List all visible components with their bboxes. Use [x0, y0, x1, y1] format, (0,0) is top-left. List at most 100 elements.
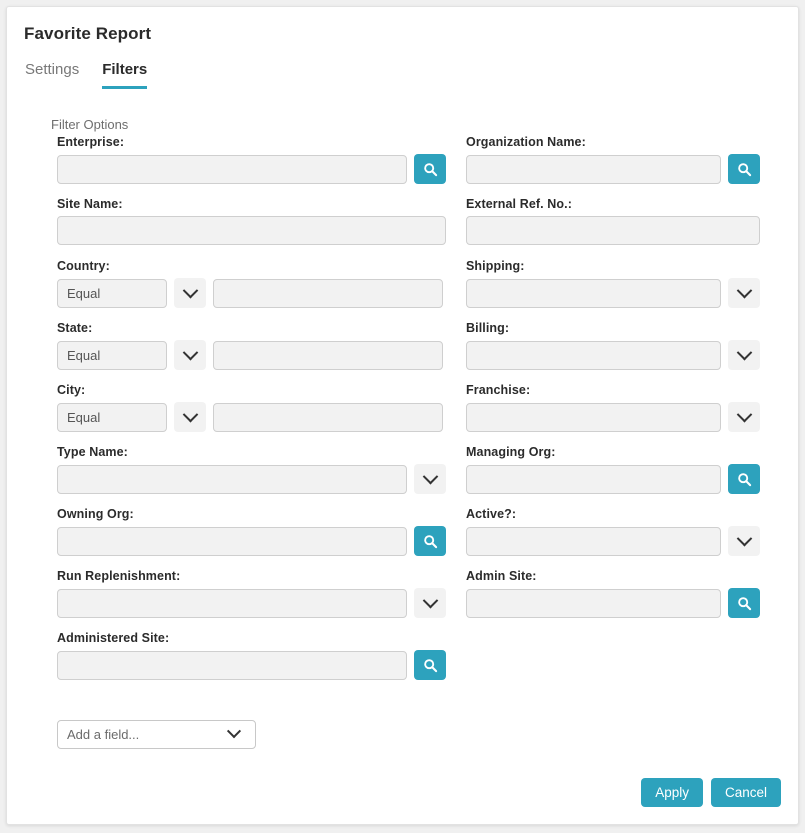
row-administered-site — [57, 650, 457, 680]
chevron-down-button-billing[interactable] — [728, 340, 760, 370]
chevron-down-button-type-name[interactable] — [414, 464, 446, 494]
search-icon-button-organization-name[interactable] — [728, 154, 760, 184]
row-country — [57, 278, 457, 308]
row-city — [57, 402, 457, 432]
search-icon-button-enterprise[interactable] — [414, 154, 446, 184]
add-field-wrapper: Add a field... — [57, 720, 256, 749]
row-shipping — [466, 278, 776, 308]
label-type-name: Type Name: — [57, 445, 128, 459]
search-icon-button-managing-org[interactable] — [728, 464, 760, 494]
chevron-down-icon — [422, 468, 438, 484]
filter-options-label: Filter Options — [51, 117, 129, 132]
field-admin-site: Admin Site: — [466, 569, 776, 618]
tab-bar: Settings Filters — [25, 61, 148, 89]
search-icon — [423, 534, 437, 548]
search-icon-button-administered-site[interactable] — [414, 650, 446, 680]
row-state — [57, 340, 457, 370]
field-external-ref-no: External Ref. No.: — [466, 197, 776, 245]
chevron-down-button-run-replenishment[interactable] — [414, 588, 446, 618]
input-owning-org[interactable] — [57, 526, 407, 556]
input-run-replenishment[interactable] — [57, 588, 407, 618]
field-run-replenishment: Run Replenishment: — [57, 569, 457, 618]
row-run-replenishment — [57, 588, 457, 618]
label-organization-name: Organization Name: — [466, 135, 586, 149]
label-billing: Billing: — [466, 321, 510, 335]
field-administered-site: Administered Site: — [57, 631, 457, 680]
row-active — [466, 526, 776, 556]
chevron-down-button-shipping[interactable] — [728, 278, 760, 308]
field-country: Country: — [57, 259, 457, 308]
chevron-down-icon — [226, 724, 242, 739]
search-icon-button-owning-org[interactable] — [414, 526, 446, 556]
tab-settings[interactable]: Settings — [25, 61, 79, 89]
row-billing — [466, 340, 776, 370]
chevron-down-button-active[interactable] — [728, 526, 760, 556]
search-icon — [423, 658, 437, 672]
row-organization-name — [466, 154, 776, 184]
input-type-name[interactable] — [57, 464, 407, 494]
chevron-down-icon — [422, 592, 438, 608]
input-state[interactable] — [213, 340, 443, 370]
input-site-name[interactable] — [57, 216, 446, 245]
chevron-down-button-franchise[interactable] — [728, 402, 760, 432]
chevron-down-icon — [736, 282, 752, 298]
label-administered-site: Administered Site: — [57, 631, 170, 645]
search-icon — [737, 162, 751, 176]
label-admin-site: Admin Site: — [466, 569, 537, 583]
chevron-down-icon — [736, 344, 752, 360]
label-shipping: Shipping: — [466, 259, 525, 273]
row-site-name — [57, 216, 457, 245]
label-active: Active?: — [466, 507, 517, 521]
chevron-down-button-country[interactable] — [174, 278, 206, 308]
field-state: State: — [57, 321, 457, 370]
apply-button[interactable]: Apply — [641, 778, 703, 807]
chevron-down-icon — [736, 406, 752, 422]
footer-actions: Apply Cancel — [641, 778, 781, 807]
label-site-name: Site Name: — [57, 197, 123, 211]
label-state: State: — [57, 321, 93, 335]
operator-input-country[interactable] — [57, 278, 167, 308]
input-billing[interactable] — [466, 340, 721, 370]
input-enterprise[interactable] — [57, 154, 407, 184]
chevron-down-icon — [182, 344, 198, 360]
field-shipping: Shipping: — [466, 259, 776, 308]
label-external-ref-no: External Ref. No.: — [466, 197, 572, 211]
operator-input-state[interactable] — [57, 340, 167, 370]
operator-input-city[interactable] — [57, 402, 167, 432]
chevron-down-button-state[interactable] — [174, 340, 206, 370]
input-administered-site[interactable] — [57, 650, 407, 680]
search-icon — [737, 596, 751, 610]
input-country[interactable] — [213, 278, 443, 308]
input-shipping[interactable] — [466, 278, 721, 308]
label-owning-org: Owning Org: — [57, 507, 134, 521]
input-franchise[interactable] — [466, 402, 721, 432]
chevron-down-button-city[interactable] — [174, 402, 206, 432]
field-site-name: Site Name: — [57, 197, 457, 245]
field-enterprise: Enterprise: — [57, 135, 457, 184]
input-organization-name[interactable] — [466, 154, 721, 184]
label-run-replenishment: Run Replenishment: — [57, 569, 181, 583]
field-franchise: Franchise: — [466, 383, 776, 432]
input-active[interactable] — [466, 526, 721, 556]
cancel-button[interactable]: Cancel — [710, 778, 781, 807]
field-owning-org: Owning Org: — [57, 507, 457, 556]
label-franchise: Franchise: — [466, 383, 531, 397]
label-city: City: — [57, 383, 86, 397]
field-active: Active?: — [466, 507, 776, 556]
add-field-label: Add a field... — [67, 727, 140, 742]
label-enterprise: Enterprise: — [57, 135, 125, 149]
row-admin-site — [466, 588, 776, 618]
label-country: Country: — [57, 259, 110, 273]
row-enterprise — [57, 154, 457, 184]
search-icon-button-admin-site[interactable] — [728, 588, 760, 618]
input-city[interactable] — [213, 402, 443, 432]
add-field-select[interactable]: Add a field... — [57, 720, 256, 749]
input-admin-site[interactable] — [466, 588, 721, 618]
field-billing: Billing: — [466, 321, 776, 370]
chevron-down-icon — [182, 406, 198, 422]
input-external-ref-no[interactable] — [466, 216, 760, 245]
field-city: City: — [57, 383, 457, 432]
input-managing-org[interactable] — [466, 464, 721, 494]
tab-filters[interactable]: Filters — [102, 61, 148, 89]
field-type-name: Type Name: — [57, 445, 457, 494]
